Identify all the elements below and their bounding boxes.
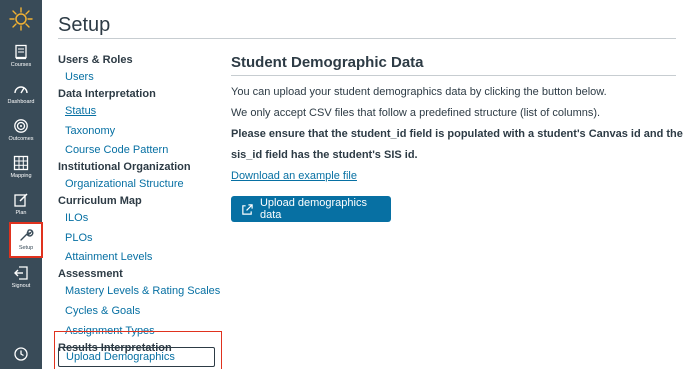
nav-setup[interactable]: Setup: [9, 222, 43, 258]
section-institutional-organization: Institutional Organization: [58, 161, 191, 173]
target-icon: [14, 119, 28, 133]
settings-nav: Users & Roles Users Data Interpretation …: [58, 52, 222, 356]
section-users-roles: Users & Roles: [58, 54, 133, 66]
nav-label: Mapping: [10, 173, 32, 179]
settings-link-users[interactable]: Users: [58, 68, 222, 86]
download-example-link[interactable]: Download an example file: [231, 166, 676, 187]
sun-logo-icon: [9, 7, 33, 31]
wrench-icon: [20, 229, 34, 241]
settings-link-plos[interactable]: PLOs: [58, 229, 222, 247]
settings-link-attainment-levels[interactable]: Attainment Levels: [58, 248, 222, 266]
nav-dashboard[interactable]: Dashboard: [0, 81, 42, 117]
instruction-text: You can upload your student demographics…: [231, 86, 607, 98]
settings-link-course-code-pattern[interactable]: Course Code Pattern: [58, 141, 222, 159]
header-divider: [58, 38, 676, 39]
edit-icon: [14, 193, 28, 207]
nav-mapping[interactable]: Mapping: [0, 155, 42, 191]
nav-label: Outcomes: [8, 136, 34, 142]
settings-link-taxonomy[interactable]: Taxonomy: [58, 122, 222, 140]
settings-link-upload-demographics[interactable]: Upload Demographics: [58, 347, 215, 367]
history-icon: [14, 347, 28, 361]
nav-outcomes[interactable]: Outcomes: [0, 118, 42, 154]
section-heading: Student Demographic Data: [231, 54, 424, 71]
section-curriculum-map: Curriculum Map: [58, 195, 142, 207]
nav-label: Signout: [11, 283, 31, 289]
settings-link-mastery-levels[interactable]: Mastery Levels & Rating Scales: [58, 282, 222, 300]
settings-link-organizational-structure[interactable]: Organizational Structure: [58, 175, 222, 193]
upload-demographics-button[interactable]: Upload demographics data: [231, 196, 391, 222]
warning-text: sis_id field has the student's SIS id.: [231, 149, 418, 161]
signout-icon: [14, 266, 28, 280]
nav-label: Setup: [18, 245, 34, 251]
nav-label: Courses: [10, 62, 32, 68]
grid-icon: [13, 155, 29, 171]
nav-label: Dashboard: [7, 99, 35, 105]
warning-text: Please ensure that the student_id field …: [231, 128, 683, 140]
upload-button-label: Upload demographics data: [259, 197, 367, 221]
nav-courses[interactable]: Courses: [0, 44, 42, 80]
nav-label: Plan: [15, 210, 27, 216]
settings-link-cycles-goals[interactable]: Cycles & Goals: [58, 302, 222, 320]
upload-icon: [242, 203, 253, 215]
settings-link-status[interactable]: Status: [58, 102, 222, 120]
page-title: Setup: [58, 14, 111, 36]
book-icon: [15, 44, 27, 60]
section-data-interpretation: Data Interpretation: [58, 88, 156, 100]
main-content: Student Demographic Data You can upload …: [231, 52, 683, 187]
nav-history[interactable]: [0, 346, 42, 369]
app-logo[interactable]: [0, 0, 42, 38]
speedometer-icon: [14, 86, 28, 94]
nav-signout[interactable]: Signout: [0, 265, 42, 301]
global-nav-rail: Courses Dashboard Outcomes Mapping Plan …: [0, 0, 43, 369]
instruction-text: We only accept CSV files that follow a p…: [231, 107, 601, 119]
settings-link-ilos[interactable]: ILOs: [58, 209, 222, 227]
section-assessment: Assessment: [58, 268, 123, 280]
